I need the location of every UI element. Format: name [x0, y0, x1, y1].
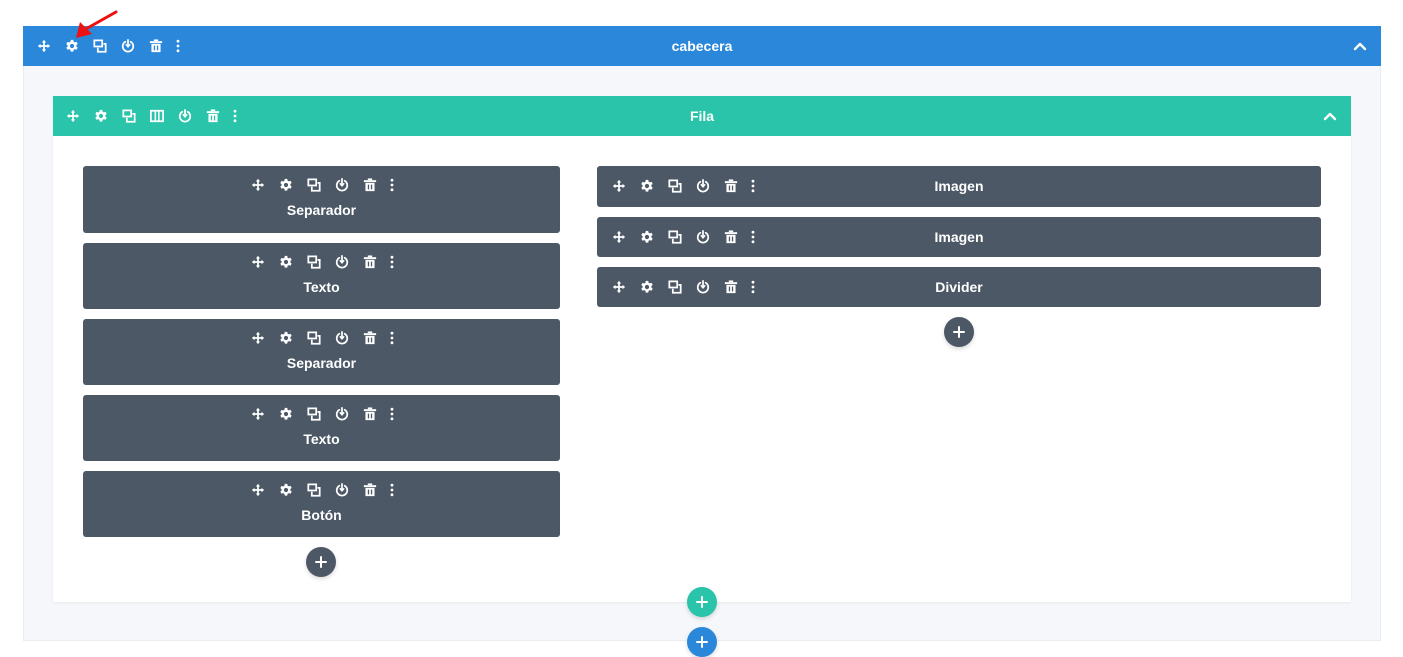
module-duplicate-icon[interactable] [300, 479, 328, 501]
module-label: Imagen [934, 178, 984, 194]
module-duplicate-icon[interactable] [300, 174, 328, 196]
plus-icon [315, 556, 327, 568]
module-move-icon[interactable] [244, 174, 272, 196]
row-power-icon[interactable] [171, 102, 199, 130]
add-module-button[interactable] [306, 547, 336, 577]
module-label: Separador [286, 355, 357, 371]
module-more-icon[interactable] [384, 327, 400, 349]
plus-icon [696, 636, 708, 648]
row-toolbar [59, 96, 243, 136]
module-gear-icon[interactable] [272, 403, 300, 425]
module-more-icon[interactable] [384, 251, 400, 273]
add-module-button[interactable] [944, 317, 974, 347]
module-more-icon[interactable] [384, 403, 400, 425]
row-collapse-chevron-icon[interactable] [1323, 109, 1337, 123]
module-trash-icon[interactable] [356, 403, 384, 425]
module-duplicate-icon[interactable] [300, 403, 328, 425]
module-texto[interactable]: Texto [83, 395, 560, 461]
module-more-icon[interactable] [384, 174, 400, 196]
module-toolbar [83, 174, 560, 196]
section-header[interactable]: cabecera [23, 26, 1381, 66]
module-trash-icon[interactable] [356, 327, 384, 349]
module-texto[interactable]: Texto [83, 243, 560, 309]
module-move-icon[interactable] [244, 403, 272, 425]
section-trash-icon[interactable] [142, 32, 170, 60]
section-move-icon[interactable] [30, 32, 58, 60]
module-gear-icon[interactable] [272, 327, 300, 349]
module-label: Botón [301, 507, 342, 523]
module-boton[interactable]: Botón [83, 471, 560, 537]
module-move-icon[interactable] [244, 479, 272, 501]
module-divider[interactable]: Divider [597, 267, 1321, 307]
module-toolbar [83, 251, 560, 273]
module-label: Texto [303, 431, 340, 447]
module-gear-icon[interactable] [272, 174, 300, 196]
module-trash-icon[interactable] [356, 251, 384, 273]
module-power-icon[interactable] [328, 479, 356, 501]
module-power-icon[interactable] [328, 251, 356, 273]
module-separador[interactable]: Separador [83, 319, 560, 385]
module-toolbar [83, 327, 560, 349]
row-move-icon[interactable] [59, 102, 87, 130]
module-toolbar [83, 479, 560, 501]
annotation-arrow-icon [76, 10, 118, 38]
add-row-button[interactable] [687, 587, 717, 617]
row-more-icon[interactable] [227, 102, 243, 130]
plus-icon [696, 596, 708, 608]
module-label: Separador [286, 202, 357, 218]
module-trash-icon[interactable] [356, 479, 384, 501]
module-power-icon[interactable] [328, 327, 356, 349]
module-label: Divider [935, 279, 983, 295]
section-title: cabecera [671, 38, 733, 54]
module-imagen[interactable]: Imagen [597, 217, 1321, 257]
module-more-icon[interactable] [384, 479, 400, 501]
module-label: Imagen [934, 229, 984, 245]
module-duplicate-icon[interactable] [300, 327, 328, 349]
plus-icon [953, 326, 965, 338]
module-gear-icon[interactable] [272, 251, 300, 273]
row-columns-icon[interactable] [143, 102, 171, 130]
row-header[interactable]: Fila [53, 96, 1351, 136]
module-move-icon[interactable] [244, 251, 272, 273]
row-duplicate-icon[interactable] [115, 102, 143, 130]
module-imagen[interactable]: Imagen [597, 166, 1321, 207]
add-section-button[interactable] [687, 627, 717, 657]
module-toolbar [83, 403, 560, 425]
module-label: Texto [303, 279, 340, 295]
section-more-icon[interactable] [170, 32, 186, 60]
row-title: Fila [689, 108, 715, 124]
module-trash-icon[interactable] [356, 174, 384, 196]
module-move-icon[interactable] [244, 327, 272, 349]
row-trash-icon[interactable] [199, 102, 227, 130]
row-gear-icon[interactable] [87, 102, 115, 130]
module-separador[interactable]: Separador [83, 166, 560, 233]
module-power-icon[interactable] [328, 174, 356, 196]
module-power-icon[interactable] [328, 403, 356, 425]
section-collapse-chevron-icon[interactable] [1353, 39, 1367, 53]
module-duplicate-icon[interactable] [300, 251, 328, 273]
module-gear-icon[interactable] [272, 479, 300, 501]
